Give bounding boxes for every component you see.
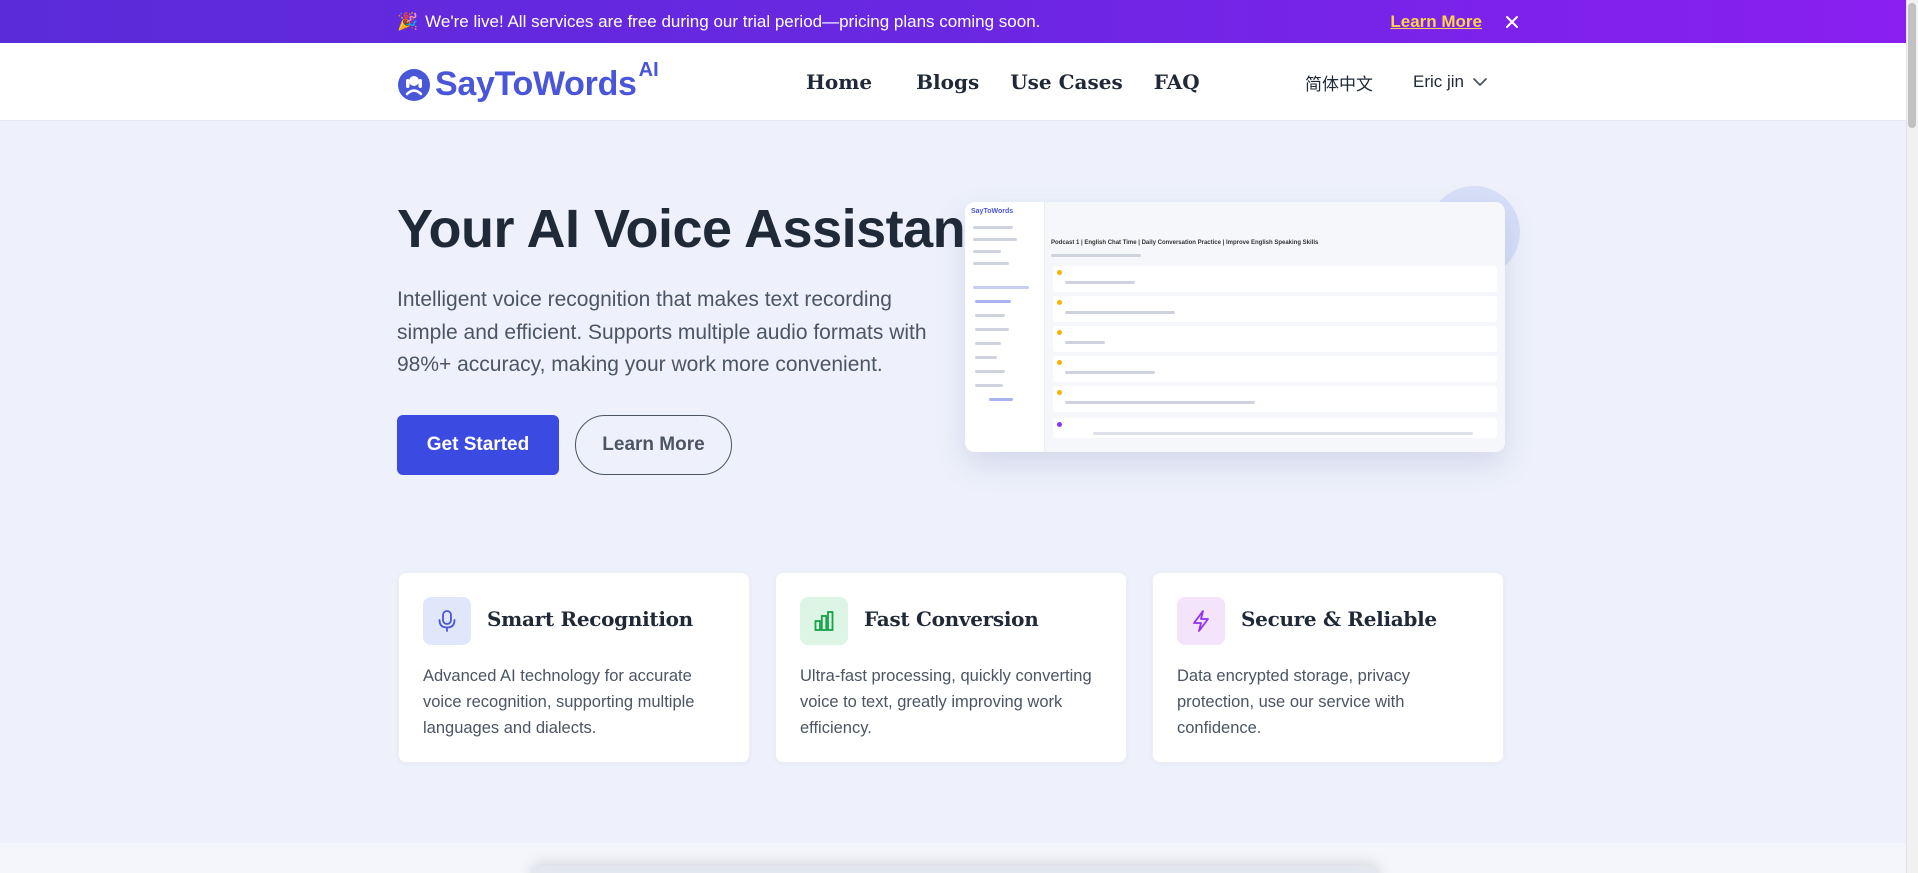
bar-chart-icon <box>800 597 848 645</box>
nav-home[interactable]: Home <box>806 70 872 94</box>
feature-card-fast-conversion: Fast Conversion Ultra-fast processing, q… <box>775 572 1127 763</box>
page-scrollbar[interactable] <box>1906 0 1918 873</box>
hero-description: Intelligent voice recognition that makes… <box>397 288 927 376</box>
site-header: SayToWords AI Home Blogs Use Cases FAQ 简… <box>0 43 1906 121</box>
main-nav: Home Blogs Use Cases FAQ <box>806 43 1200 121</box>
party-popper-icon: 🎉 <box>397 11 419 31</box>
close-icon[interactable] <box>1502 12 1522 32</box>
user-menu[interactable]: Eric jin <box>1413 43 1488 121</box>
hero-title: Your AI Voice Assistant <box>397 199 983 259</box>
announcement-banner: 🎉 We're live! All services are free duri… <box>0 0 1906 43</box>
feature-title: Secure & Reliable <box>1241 607 1437 631</box>
feature-description: Ultra-fast processing, quickly convertin… <box>800 667 1092 737</box>
logo-superscript: AI <box>638 59 659 81</box>
logo[interactable]: SayToWords AI <box>397 59 659 104</box>
get-started-button[interactable]: Get Started <box>397 415 559 475</box>
banner-text: We're live! All services are free during… <box>425 11 1041 31</box>
lightning-icon <box>1177 597 1225 645</box>
banner-message: 🎉 We're live! All services are free duri… <box>397 12 1040 32</box>
feature-title: Smart Recognition <box>487 607 693 631</box>
feature-title: Fast Conversion <box>864 607 1039 631</box>
feature-description: Data encrypted storage, privacy protecti… <box>1177 667 1410 737</box>
feature-card-secure-reliable: Secure & Reliable Data encrypted storage… <box>1152 572 1504 763</box>
logo-mark-icon <box>398 68 430 101</box>
chevron-down-icon <box>1473 78 1487 86</box>
preview-sidebar: SayToWords <box>965 202 1045 452</box>
scrollbar-thumb[interactable] <box>1908 3 1916 128</box>
nav-use-cases[interactable]: Use Cases <box>1010 70 1123 94</box>
product-preview-image: SayToWords Podcast 1 | English Chat Time… <box>965 202 1505 452</box>
next-section-preview <box>530 866 1380 873</box>
preview-brand: SayToWords <box>971 208 1014 215</box>
nav-faq[interactable]: FAQ <box>1154 70 1200 94</box>
nav-blogs[interactable]: Blogs <box>916 70 979 94</box>
user-name: Eric jin <box>1413 72 1465 91</box>
microphone-icon <box>423 597 471 645</box>
preview-main: Podcast 1 | English Chat Time | Daily Co… <box>1045 202 1505 452</box>
logo-text: SayToWords <box>435 65 637 103</box>
banner-learn-more-link[interactable]: Learn More <box>1390 12 1482 32</box>
preview-title: Podcast 1 | English Chat Time | Daily Co… <box>1051 240 1319 246</box>
feature-card-smart-recognition: Smart Recognition Advanced AI technology… <box>398 572 750 763</box>
learn-more-button[interactable]: Learn More <box>575 415 732 475</box>
language-switcher[interactable]: 简体中文 <box>1305 43 1373 121</box>
feature-description: Advanced AI technology for accurate voic… <box>423 667 695 737</box>
